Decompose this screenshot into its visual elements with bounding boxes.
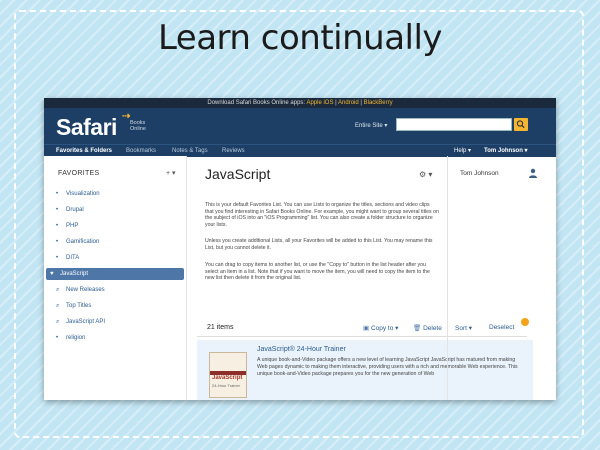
add-list-button[interactable]: + ▾ [166, 169, 176, 177]
sidebar-item-dita[interactable]: • DITA [56, 252, 184, 264]
delete-label: Delete [423, 325, 442, 332]
bullet-icon: • [56, 223, 59, 229]
android-link[interactable]: Android [338, 100, 359, 106]
safari-logo[interactable]: Safari [56, 114, 117, 141]
person-icon[interactable] [528, 168, 538, 178]
favorites-heading: FAVORITES [58, 170, 100, 177]
bullet-icon: • [56, 207, 59, 213]
trash-icon: 🗑 [413, 325, 424, 332]
sidebar-item-label: Top Titles [66, 303, 92, 309]
sidebar-item-religion[interactable]: • religion [56, 332, 184, 344]
copy-to-label: Copy to ▾ [370, 325, 399, 332]
book-cover-image: JavaScript 24-Hour Trainer [209, 352, 247, 398]
download-prefix: Download Safari Books Online apps: [207, 100, 306, 106]
sidebar-item-label: DITA [66, 255, 80, 261]
heart-icon: ♥ [50, 271, 54, 277]
site-header: Safari ⇢ Books Online Entire Site ▾ [44, 108, 556, 144]
bullet-icon: • [56, 335, 59, 341]
separator: | [360, 100, 362, 106]
list-description-1: This is your default Favorites List. You… [205, 202, 439, 228]
search-scope-dropdown[interactable]: Entire Site ▾ [355, 122, 387, 129]
cover-title: JavaScript [212, 375, 243, 381]
logo-sub-online: Online [130, 126, 146, 132]
sidebar-item-label: New Releases [66, 287, 105, 293]
delete-button[interactable]: 🗑 Delete [413, 324, 442, 332]
logo-subtitle: Books Online [130, 120, 146, 132]
search-icon: ⌕ [56, 287, 60, 293]
cover-subtitle: 24-Hour Trainer [212, 383, 241, 388]
sidebar-item-label: Drupal [66, 207, 84, 213]
sidebar-item-label: religion [66, 335, 86, 341]
items-count: 21 items [207, 324, 234, 331]
sidebar-item-javascript-api[interactable]: ⌕ JavaScript API [56, 316, 184, 328]
copy-icon: ▣ [363, 325, 371, 332]
user-name: Tom Johnson [460, 170, 499, 177]
search-input[interactable] [396, 118, 512, 131]
bullet-icon: • [56, 239, 59, 245]
sidebar-item-javascript[interactable]: ♥ JavaScript [46, 268, 184, 280]
list-description-2: Unless you create additional Lists, all … [205, 238, 433, 251]
list-title: JavaScript [205, 166, 271, 182]
gear-menu-button[interactable]: ⚙ ▾ [419, 170, 432, 179]
sidebar-item-label: Gamification [66, 239, 100, 245]
search-icon: ⌕ [56, 303, 60, 309]
copy-to-button[interactable]: ▣ Copy to ▾ [363, 324, 398, 332]
sidebar-item-label: JavaScript [60, 271, 89, 277]
slide-title: Learn continually [157, 18, 443, 58]
apple-ios-link[interactable]: Apple iOS [306, 100, 333, 106]
download-apps-bar: Download Safari Books Online apps: Apple… [44, 98, 556, 108]
book-title-link[interactable]: JavaScript® 24-Hour Trainer [257, 346, 346, 353]
search-button[interactable] [514, 118, 528, 131]
sidebar-item-new-releases[interactable]: ⌕ New Releases [56, 284, 184, 296]
separator: | [335, 100, 337, 106]
favorites-sidebar: FAVORITES + ▾ • Visualization • Drupal • PH… [44, 156, 187, 400]
sidebar-item-label: JavaScript API [66, 319, 106, 325]
bullet-icon: • [56, 191, 59, 197]
sidebar-item-drupal[interactable]: • Drupal [56, 204, 184, 216]
magnifier-icon [516, 120, 525, 129]
screenshot-window: Download Safari Books Online apps: Apple… [44, 98, 556, 400]
user-panel: Tom Johnson [447, 156, 556, 400]
blackberry-link[interactable]: BlackBerry [364, 100, 393, 106]
search-icon: ⌕ [56, 319, 60, 325]
list-description-3: You can drag to copy items to another li… [205, 262, 430, 282]
sidebar-item-label: Visualization [66, 191, 100, 197]
sidebar-item-label: PHP [66, 223, 79, 229]
sidebar-item-php[interactable]: • PHP [56, 220, 184, 232]
list-main-panel: JavaScript ⚙ ▾ This is your default Favo… [187, 156, 533, 400]
sidebar-item-top-titles[interactable]: ⌕ Top Titles [56, 300, 184, 312]
sidebar-item-gamification[interactable]: • Gamification [56, 236, 184, 248]
bullet-icon: • [56, 255, 59, 261]
sidebar-item-visualization[interactable]: • Visualization [56, 188, 184, 200]
